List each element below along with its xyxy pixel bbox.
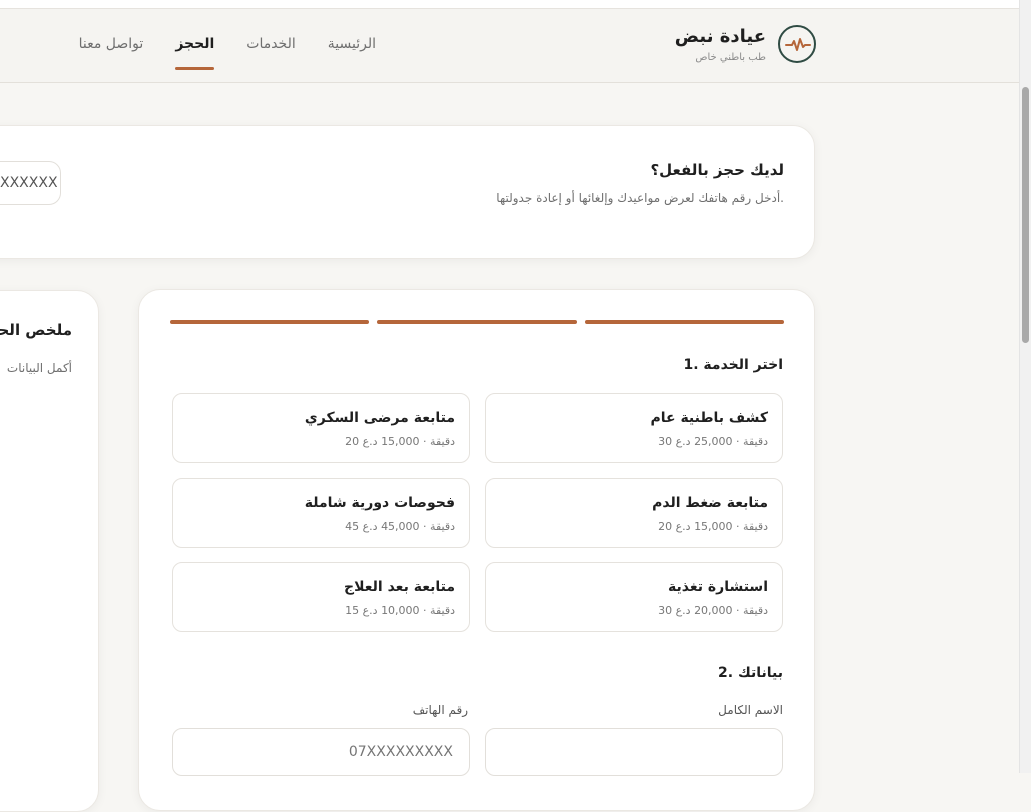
progress-step xyxy=(377,320,577,324)
booking-summary-card: ملخص الحجز أكمل البيانات xyxy=(0,290,99,812)
summary-subtitle: أكمل البيانات xyxy=(6,361,72,375)
service-card[interactable]: متابعة ضغط الدم 20 دقيقة · 15,000 د.ع xyxy=(485,478,783,548)
service-name: متابعة بعد العلاج xyxy=(344,579,455,595)
step1-title: 1. اختر الخدمة xyxy=(683,357,783,373)
page-scrollbar[interactable] xyxy=(1019,0,1031,773)
scrollbar-thumb[interactable] xyxy=(1022,87,1029,343)
service-card[interactable]: كشف باطنية عام 30 دقيقة · 25,000 د.ع xyxy=(485,393,783,463)
summary-title: ملخص الحجز xyxy=(0,321,72,339)
brand-name: عيادة نبض xyxy=(674,26,766,47)
progress-step xyxy=(584,320,784,324)
service-meta: 15 دقيقة · 10,000 د.ع xyxy=(345,604,455,617)
service-card[interactable]: متابعة بعد العلاج 15 دقيقة · 10,000 د.ع xyxy=(172,562,470,632)
step2-title: 2. بياناتك xyxy=(718,665,783,681)
full-name-label: الاسم الكامل xyxy=(718,703,783,717)
service-card[interactable]: متابعة مرضى السكري 20 دقيقة · 15,000 د.ع xyxy=(172,393,470,463)
booking-form-card: 1. اختر الخدمة كشف باطنية عام 30 دقيقة ·… xyxy=(138,289,815,811)
service-meta: 20 دقيقة · 15,000 د.ع xyxy=(658,520,768,533)
service-name: متابعة مرضى السكري xyxy=(304,410,455,426)
nav-services[interactable]: الخدمات xyxy=(230,36,312,52)
brand-tagline: طب باطني خاص xyxy=(695,52,766,63)
service-name: استشارة تغذية xyxy=(668,579,768,595)
phone-field[interactable] xyxy=(172,728,470,776)
service-name: متابعة ضغط الدم xyxy=(652,495,768,511)
full-name-field[interactable] xyxy=(485,728,783,776)
main-nav: الرئيسية الخدمات الحجز تواصل معنا xyxy=(63,36,392,70)
service-meta: 30 دقيقة · 20,000 د.ع xyxy=(658,604,768,617)
lookup-phone-input[interactable] xyxy=(0,161,61,205)
progress-step xyxy=(170,320,370,324)
service-card[interactable]: استشارة تغذية 30 دقيقة · 20,000 د.ع xyxy=(485,562,783,632)
existing-booking-title: لديك حجز بالفعل؟ xyxy=(650,161,784,179)
heartbeat-icon xyxy=(778,25,816,63)
service-meta: 45 دقيقة · 45,000 د.ع xyxy=(345,520,455,533)
service-name: فحوصات دورية شاملة xyxy=(304,495,455,511)
existing-booking-card: لديك حجز بالفعل؟ أدخل رقم هاتفك لعرض موا… xyxy=(0,125,815,259)
progress-steps xyxy=(170,320,784,324)
nav-home[interactable]: الرئيسية xyxy=(312,36,392,52)
browser-top-strip xyxy=(0,0,1020,9)
site-header: عيادة نبض طب باطني خاص الرئيسية الخدمات … xyxy=(0,9,1020,83)
service-card[interactable]: فحوصات دورية شاملة 45 دقيقة · 45,000 د.ع xyxy=(172,478,470,548)
existing-booking-subtitle: أدخل رقم هاتفك لعرض مواعيدك وإلغائها أو … xyxy=(496,191,784,205)
brand-logo[interactable]: عيادة نبض طب باطني خاص xyxy=(674,25,816,67)
nav-contact[interactable]: تواصل معنا xyxy=(63,36,160,52)
service-meta: 20 دقيقة · 15,000 د.ع xyxy=(345,435,455,448)
phone-label: رقم الهاتف xyxy=(412,703,468,717)
service-name: كشف باطنية عام xyxy=(650,410,768,426)
service-meta: 30 دقيقة · 25,000 د.ع xyxy=(658,435,768,448)
nav-booking[interactable]: الحجز xyxy=(159,36,230,70)
